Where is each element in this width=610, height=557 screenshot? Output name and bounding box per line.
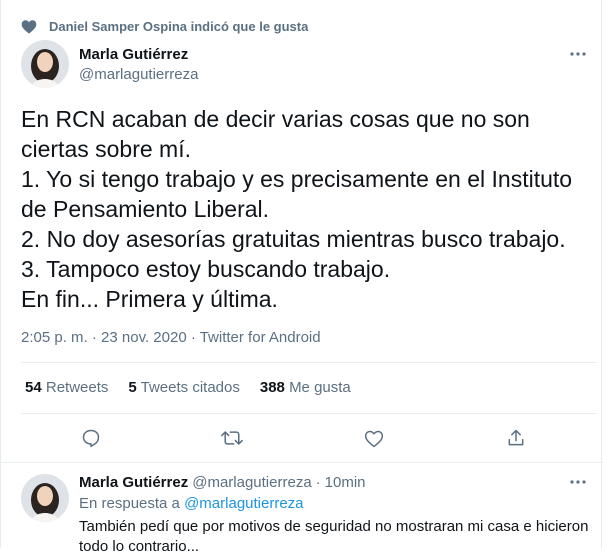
reply-author-name[interactable]: Marla Gutiérrez [79, 474, 188, 491]
likes-label: Me gusta [289, 379, 351, 396]
heart-icon [21, 19, 37, 34]
like-icon[interactable] [363, 427, 385, 449]
share-icon[interactable] [505, 427, 527, 449]
reply-separator: · [315, 474, 321, 491]
tweet-text-line: 3. Tampoco estoy buscando trabajo. [21, 256, 391, 282]
tweet-text-line: En RCN acaban de decir varias cosas que … [21, 106, 530, 162]
retweet-icon[interactable] [221, 427, 243, 449]
likes-stat[interactable]: 388 Me gusta [260, 379, 351, 396]
in-reply-to: En respuesta a @marlagutierreza [79, 495, 304, 512]
retweets-stat[interactable]: 54 Retweets [25, 379, 108, 396]
social-context: Daniel Samper Ospina indicó que le gusta [21, 17, 308, 35]
tweet-actions [1, 427, 603, 449]
tweet-text-line: 2. No doy asesorías gratuitas mientras b… [21, 226, 566, 252]
divider [1, 462, 603, 463]
in-reply-to-handle[interactable]: @marlagutierreza [184, 495, 303, 512]
author-handle[interactable]: @marlagutierreza [79, 66, 198, 83]
quotes-count: 5 [128, 379, 137, 396]
reply-author-handle[interactable]: @marlagutierreza [192, 474, 311, 491]
likes-count: 388 [259, 379, 285, 396]
reply-icon[interactable] [80, 427, 102, 449]
divider [21, 362, 596, 363]
tweet-text-line: 1. Yo si tengo trabajo y es precisamente… [21, 166, 573, 222]
reply-time[interactable]: 10min [325, 474, 366, 491]
tweet-stats: 54 Retweets 5 Tweets citados 388 Me gust… [25, 379, 351, 396]
reply-more-options-icon[interactable] [567, 475, 589, 489]
in-reply-to-prefix: En respuesta a [79, 495, 180, 512]
avatar[interactable] [21, 40, 69, 88]
retweets-label: Retweets [45, 379, 109, 396]
tweet-text-line: En fin... Primera y última. [21, 286, 278, 312]
social-context-text[interactable]: Daniel Samper Ospina indicó que le gusta [49, 19, 308, 34]
quotes-stat[interactable]: 5 Tweets citados [128, 379, 239, 396]
tweet-timestamp[interactable]: 2:05 p. m. · 23 nov. 2020 · Twitter for … [21, 329, 321, 346]
tweet-text: En RCN acaban de decir varias cosas que … [21, 104, 596, 314]
quotes-label: Tweets citados [140, 379, 240, 396]
divider [21, 413, 596, 414]
more-options-icon[interactable] [567, 47, 589, 61]
retweets-count: 54 [25, 379, 42, 396]
author-name[interactable]: Marla Gutiérrez [79, 46, 188, 63]
reply-header: Marla Gutiérrez @marlagutierreza · 10min [79, 474, 366, 491]
tweet-frame: Daniel Samper Ospina indicó que le gusta… [0, 0, 603, 555]
reply-text: También pedí que por motivos de segurida… [79, 518, 589, 555]
reply-avatar[interactable] [21, 474, 69, 522]
